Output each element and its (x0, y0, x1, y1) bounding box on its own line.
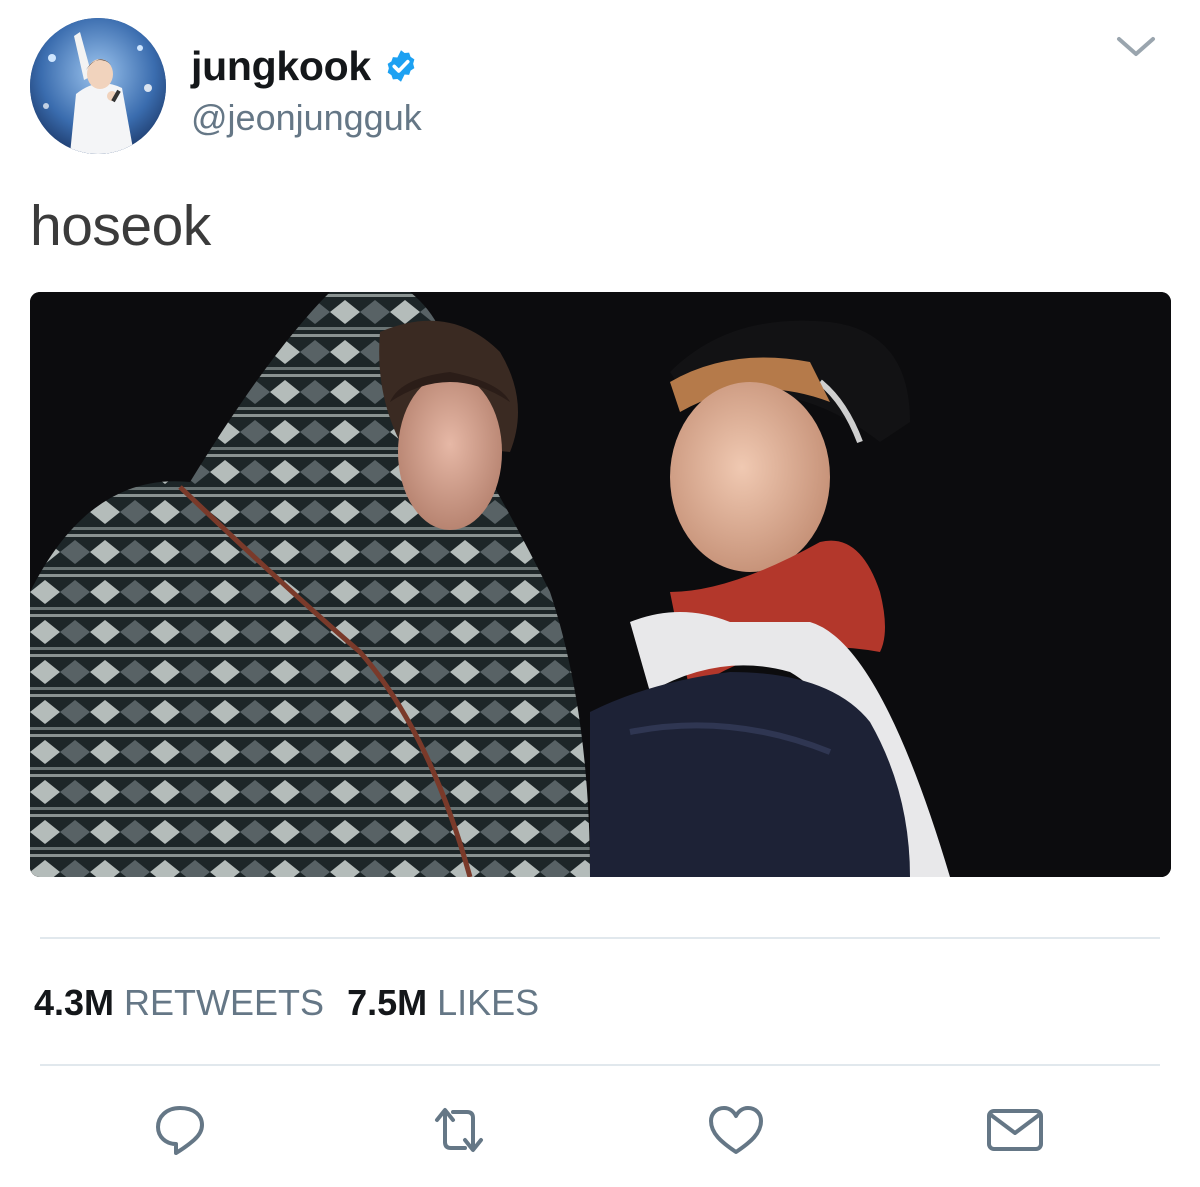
avatar[interactable] (30, 18, 166, 154)
retweet-icon (435, 1108, 483, 1152)
divider-bottom (40, 1064, 1160, 1066)
photo-content (30, 292, 1171, 877)
divider-top (40, 937, 1160, 939)
verified-badge-icon (387, 50, 415, 82)
like-button[interactable] (704, 1098, 768, 1162)
reply-icon (156, 1106, 204, 1155)
tweet-text: hoseok (30, 194, 211, 258)
retweets-count[interactable]: 4.3M (34, 982, 114, 1024)
tweet-photo[interactable] (30, 292, 1171, 877)
retweets-label[interactable]: RETWEETS (124, 982, 324, 1024)
direct-message-button[interactable] (983, 1098, 1047, 1162)
display-name-row[interactable]: jungkook (191, 40, 419, 92)
author-handle[interactable]: @jeonjungguk (191, 97, 422, 139)
retweet-button[interactable] (427, 1098, 491, 1162)
tweet-stats: 4.3M RETWEETS 7.5M LIKES (34, 982, 539, 1024)
likes-count[interactable]: 7.5M (347, 982, 427, 1024)
like-icon (709, 1106, 763, 1154)
likes-label[interactable]: LIKES (437, 982, 539, 1024)
display-name[interactable]: jungkook (191, 43, 371, 90)
avatar-image (30, 18, 166, 154)
reply-button[interactable] (148, 1098, 212, 1162)
direct-message-icon (987, 1109, 1043, 1151)
chevron-down-icon[interactable] (1114, 30, 1158, 60)
